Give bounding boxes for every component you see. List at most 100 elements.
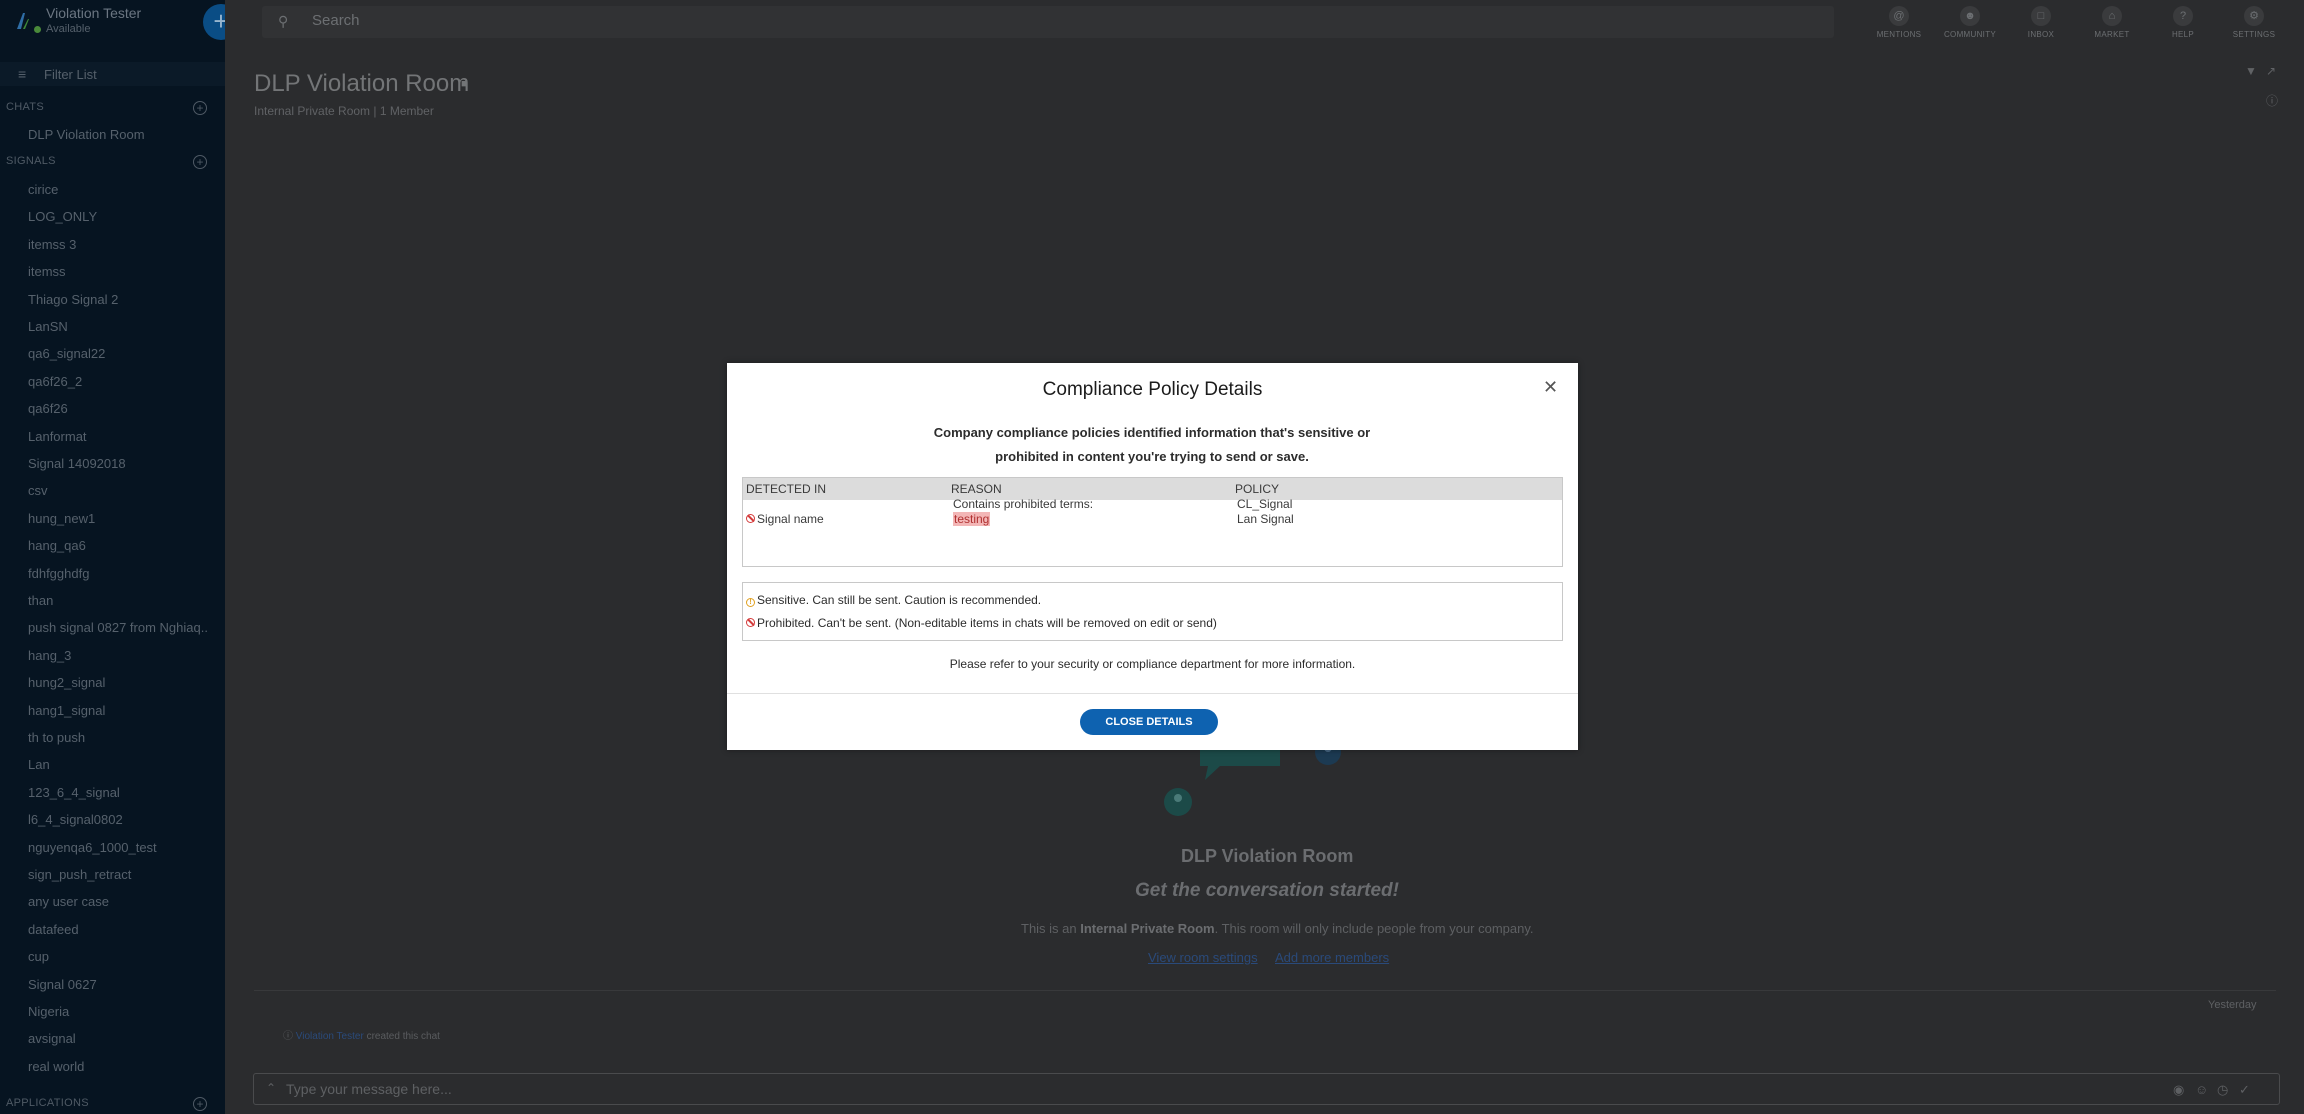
sidebar-item-signal[interactable]: Thiago Signal 2 (28, 292, 208, 307)
search-input[interactable] (312, 12, 912, 29)
nav-settings[interactable]: ⚙ SETTINGS (2224, 6, 2284, 39)
prohibited-icon (746, 514, 755, 523)
view-room-settings-link[interactable]: View room settings (1148, 950, 1258, 965)
user-profile[interactable]: Violation Tester Available (0, 0, 225, 44)
info-icon[interactable]: ⓘ (2266, 92, 2278, 109)
sidebar-item-signal[interactable]: push signal 0827 from Nghiaq... (28, 620, 208, 635)
close-details-button[interactable]: CLOSE DETAILS (1080, 709, 1218, 735)
sidebar-item-signal[interactable]: Nigeria (28, 1004, 208, 1019)
sidebar-item-signal[interactable]: hung_new1 (28, 511, 208, 526)
legend-sensitive: ! Sensitive. Can still be sent. Caution i… (746, 593, 1041, 607)
creator-link[interactable]: Violation Tester (296, 1031, 364, 1042)
sidebar-item-signal[interactable]: Signal 0627 (28, 977, 208, 992)
expire-icon[interactable]: ◷ (2217, 1082, 2228, 1098)
add-chat-icon[interactable]: + (193, 101, 207, 115)
popout-icon[interactable]: ↗ (2266, 64, 2276, 78)
search-bar[interactable]: ⚲ (262, 6, 1834, 38)
sidebar-item-signal[interactable]: nguyenqa6_1000_test (28, 840, 208, 855)
sidebar-item-signal[interactable]: 123_6_4_signal (28, 785, 208, 800)
inbox-icon: □ (2031, 6, 2051, 26)
sidebar-item-signal[interactable]: l6_4_signal0802 (28, 812, 208, 827)
sidebar-item-signal[interactable]: qa6f26_2 (28, 374, 208, 389)
sidebar-item-signal[interactable]: hang_qa6 (28, 538, 208, 553)
status-dot (34, 26, 41, 33)
send-icon[interactable]: ✓ (2239, 1082, 2250, 1098)
nav-label: MARKET (2094, 30, 2130, 39)
empty-state-title: DLP Violation Room (1181, 846, 1354, 866)
nav-label: MENTIONS (1876, 30, 1922, 39)
user-name: Violation Tester (46, 5, 142, 21)
sidebar-item-signal[interactable]: itemss (28, 264, 208, 279)
emoji-icon[interactable]: ☺ (2195, 1082, 2208, 1097)
add-signal-icon[interactable]: + (193, 155, 207, 169)
market-icon: ⌂ (2102, 6, 2122, 26)
sidebar-item-signal[interactable]: avsignal (28, 1031, 208, 1046)
sidebar-item-signal[interactable]: Lan (28, 757, 208, 772)
filter-list[interactable]: ≡ Filter List (0, 62, 225, 86)
chevron-up-icon[interactable]: ⌃ (266, 1081, 276, 1095)
col-policy: POLICY (1235, 482, 1280, 496)
col-reason: REASON (951, 482, 1002, 496)
sidebar-item-signal[interactable]: Lanformat (28, 429, 208, 444)
sidebar-item-signal[interactable]: qa6_signal22 (28, 346, 208, 361)
sidebar-item-signal[interactable]: any user case (28, 894, 208, 909)
add-application-icon[interactable]: + (193, 1097, 207, 1111)
date-separator[interactable]: Yesterday (2208, 999, 2257, 1011)
warning-icon: ! (746, 598, 755, 607)
message-composer[interactable]: ⌃ ◉ ☺ ◷ ✓ (253, 1073, 2280, 1105)
nav-label: SETTINGS (2232, 30, 2276, 39)
nav-label: INBOX (2027, 30, 2055, 39)
nav-community[interactable]: ☻ COMMUNITY (1940, 6, 2000, 39)
add-more-members-link[interactable]: Add more members (1275, 950, 1389, 965)
sidebar-item-signal[interactable]: qa6f26 (28, 401, 208, 416)
top-bar: ⚲ @ MENTIONS ☻ COMMUNITY □ INBOX ⌂ MARKE… (225, 0, 2304, 46)
description-line: prohibited in content you're trying to s… (995, 449, 1309, 464)
policy-cell: CL_Signal (1237, 497, 1293, 511)
message-input[interactable] (286, 1081, 1086, 1097)
sidebar-item-signal[interactable]: fdhfgghdfg (28, 566, 208, 581)
sidebar-item-signal[interactable]: datafeed (28, 922, 208, 937)
sidebar-item-signal[interactable]: real world (28, 1059, 208, 1074)
close-icon[interactable]: ✕ (1543, 377, 1558, 398)
empty-state-subtitle: Get the conversation started! (1135, 880, 1399, 901)
sidebar-item-signal[interactable]: hang_3 (28, 648, 208, 663)
sidebar-item-signal[interactable]: sign_push_retract (28, 867, 208, 882)
prohibited-term: testing (953, 512, 991, 526)
sidebar-item-signal[interactable]: csv (28, 483, 208, 498)
sidebar-item-signal[interactable]: itemss 3 (28, 237, 208, 252)
modal-description: Company compliance policies identified i… (907, 421, 1397, 469)
community-icon: ☻ (1960, 6, 1980, 26)
modal-note: Please refer to your security or complia… (949, 657, 1356, 671)
pin-icon[interactable]: ▼ (2245, 64, 2257, 78)
sidebar-item-signal[interactable]: hung2_signal (28, 675, 208, 690)
room-subtitle: Internal Private Room | 1 Member (254, 104, 434, 118)
sidebar-item-chat[interactable]: DLP Violation Room (28, 127, 208, 142)
nav-mentions[interactable]: @ MENTIONS (1869, 6, 1929, 39)
col-detected-in: DETECTED IN (746, 482, 827, 496)
violations-table: DETECTED IN REASON POLICY Signal name Co… (742, 477, 1563, 567)
sidebar-item-signal[interactable]: LOG_ONLY (28, 209, 208, 224)
user-status: Available (46, 23, 91, 35)
policy-cell: Lan Signal (1237, 512, 1294, 526)
nav-market[interactable]: ⌂ MARKET (2082, 6, 2142, 39)
nav-help[interactable]: ? HELP (2153, 6, 2213, 39)
nav-label: COMMUNITY (1943, 30, 1997, 39)
sidebar-item-signal[interactable]: cirice (28, 182, 208, 197)
filter-icon: ≡ (18, 66, 27, 82)
sidebar-item-signal[interactable]: th to push (28, 730, 208, 745)
legend-text: Prohibited. Can't be sent. (Non-editable… (757, 616, 1217, 630)
sidebar-item-signal[interactable]: than (28, 593, 208, 608)
sidebar-item-signal[interactable]: LanSN (28, 319, 208, 334)
table-header: DETECTED IN REASON POLICY (743, 478, 1562, 500)
timeline-divider (254, 990, 2276, 991)
eye-icon[interactable]: ◉ (2173, 1082, 2184, 1098)
reason-cell: Contains prohibited terms: (953, 497, 1094, 511)
search-icon: ⚲ (278, 13, 289, 29)
nav-inbox[interactable]: □ INBOX (2011, 6, 2071, 39)
help-icon: ? (2173, 6, 2193, 26)
creation-event: ⓘ Violation Tester created this chat (283, 1031, 440, 1042)
sidebar-item-signal[interactable]: Signal 14092018 (28, 456, 208, 471)
sidebar-item-signal[interactable]: hang1_signal (28, 703, 208, 718)
sidebar-item-signal[interactable]: cup (28, 949, 208, 964)
legend-text: Sensitive. Can still be sent. Caution is… (757, 593, 1042, 607)
